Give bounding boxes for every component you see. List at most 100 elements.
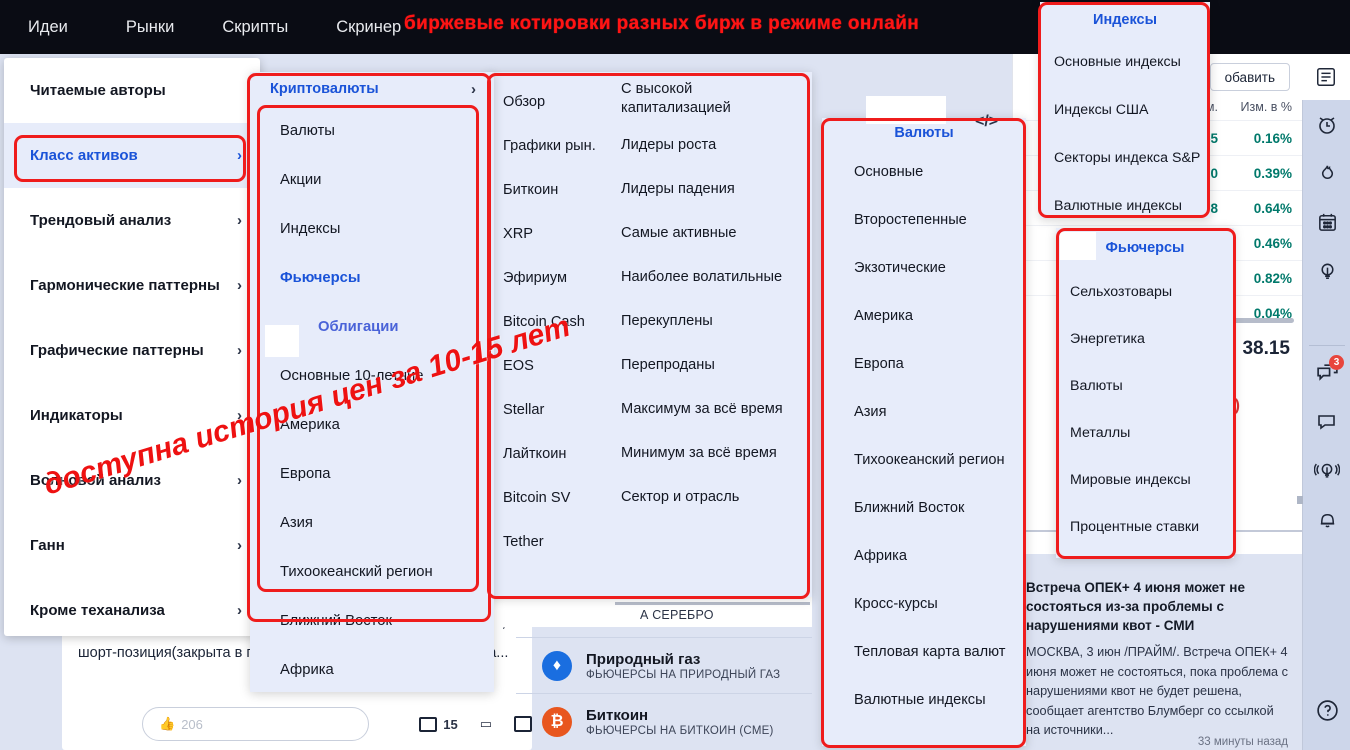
chevron-right-icon: › [237,602,242,619]
crypto-stat-item-9[interactable]: Сектор и отрасль [617,488,812,528]
crypto-stat-item-5[interactable]: Перекуплены [617,312,812,352]
broadcast-button[interactable] [1303,446,1350,495]
menu2-item-8[interactable]: Азия [258,498,494,547]
menu1-item-label: Ганн [30,537,65,554]
currency-item-10[interactable]: Тепловая карта валют [822,628,1026,676]
index-item-2[interactable]: Секторы индекса S&P [1040,134,1210,182]
col-change-pct: Изм. в % [1240,100,1292,114]
crypto-stat-item-4[interactable]: Наиболее волатильные [617,268,812,308]
menu1-item-6[interactable]: Волновой анализ › [4,448,260,513]
menu2-header[interactable]: Криптовалюты › [250,72,494,106]
crypto-item-9[interactable]: Bitcoin SV [487,478,617,518]
menu2-item-1[interactable]: Акции [258,155,494,204]
currency-item-7[interactable]: Ближний Восток [822,484,1026,532]
futures-item-1[interactable]: Энергетика [1056,315,1234,362]
calendar-button[interactable] [1303,198,1350,247]
crypto-item-4[interactable]: Эфириум [487,258,617,298]
menu1-item-1[interactable]: Класс активов › [4,123,260,188]
crypto-stat-item-8[interactable]: Минимум за всё время [617,444,812,484]
crypto-item-10[interactable]: Tether [487,522,617,562]
crypto-item-7[interactable]: Stellar [487,390,617,430]
menu2-item-11[interactable]: Африка [258,645,494,694]
crypto-stat-item-0[interactable]: С высокой капитализацией [617,80,737,132]
menu2-item-6[interactable]: Америка [258,400,494,449]
crypto-item-1[interactable]: Графики рын. [487,126,617,166]
share-icon[interactable]: ▭ [480,716,492,732]
chat-messages-button[interactable]: 3 [1303,348,1350,397]
add-symbol-button[interactable]: обавить [1209,63,1290,91]
currency-item-2[interactable]: Экзотические [822,244,1026,292]
crypto-stat-item-6[interactable]: Перепроданы [617,356,812,396]
crypto-item-8[interactable]: Лайткоин [487,434,617,474]
futures-item-5[interactable]: Процентные ставки [1056,503,1234,550]
index-item-0[interactable]: Основные индексы [1040,38,1210,86]
menu2-item-7[interactable]: Европа [258,449,494,498]
currency-item-4[interactable]: Европа [822,340,1026,388]
menu1-item-4[interactable]: Графические паттерны › [4,318,260,383]
news-panel[interactable]: Встреча ОПЕК+ 4 июня может не состояться… [1012,578,1302,750]
bitcoin-icon: ₿ [542,706,572,737]
crypto-item-6[interactable]: EOS [487,346,617,386]
crypto-item-2[interactable]: Биткоин [487,170,617,210]
chevron-right-icon: › [237,277,242,294]
currency-item-8[interactable]: Африка [822,532,1026,580]
crypto-stat-item-1[interactable]: Лидеры роста [617,136,812,176]
nav-item-1[interactable]: Рынки [102,0,198,54]
commodity-row-natural-gas[interactable]: ♦ Природный газ Фьючерсы на природный га… [516,637,812,693]
menu2-item-10[interactable]: Ближний Восток [258,596,494,645]
currency-item-5[interactable]: Азия [822,388,1026,436]
commodity-subtitle: Фьючерсы на природный газ [586,669,781,681]
menu-asset-class: Криптовалюты › Валюты Акции Индексы Фьючерс… [250,72,494,692]
futures-item-2[interactable]: Валюты [1056,362,1234,409]
rail-separator [1309,345,1345,346]
chevron-right-icon: › [237,212,242,229]
menu2-header-label: Криптовалюты [270,81,379,97]
index-item-1[interactable]: Индексы США [1040,86,1210,134]
menu1-item-3[interactable]: Гармонические паттерны › [4,253,260,318]
currency-item-3[interactable]: Америка [822,292,1026,340]
menu1-item-0[interactable]: Читаемые авторы [4,58,260,123]
currency-item-0[interactable]: Основные [822,148,1026,196]
alerts-button[interactable] [1303,495,1350,544]
price-paren: ) [1234,397,1240,414]
comments-icon[interactable] [419,716,438,732]
code-brackets-icon[interactable]: </> [975,113,998,131]
crypto-stat-item-3[interactable]: Самые активные [617,224,812,264]
futures-item-0[interactable]: Сельхозтовары [1056,268,1234,315]
crypto-stat-item-2[interactable]: Лидеры падения [617,180,812,220]
help-button[interactable] [1303,686,1350,735]
currency-item-6[interactable]: Тихоокеанский регион [822,436,1026,484]
crypto-item-3[interactable]: XRP [487,214,617,254]
menu1-item-label: Трендовый анализ [30,212,172,229]
menu2-item-5[interactable]: Основные 10-летние [258,351,494,400]
nav-item-0[interactable]: Идеи [0,0,102,54]
chat-bubble-button[interactable] [1303,397,1350,446]
crypto-item-5[interactable]: Bitcoin Cash [487,302,617,342]
menu2-item-2[interactable]: Индексы [258,204,494,253]
menu1-item-7[interactable]: Ганн › [4,513,260,578]
futures-item-3[interactable]: Металлы [1056,409,1234,456]
index-item-3[interactable]: Валютные индексы [1040,182,1210,230]
crypto-stat-item-7[interactable]: Максимум за всё время [617,400,812,440]
menu2-item-3[interactable]: Фьючерсы [258,253,494,302]
ideas-button[interactable] [1303,247,1350,296]
help-icon [1316,700,1338,721]
commodity-row-bitcoin[interactable]: ₿ Биткоин Фьючерсы на биткоин (CME) [516,693,812,749]
quotes-scrollbar[interactable] [1224,318,1294,323]
menu2-item-0[interactable]: Валюты [258,106,494,155]
currency-item-1[interactable]: Второстепенные [822,196,1026,244]
crypto-item-0[interactable]: Обзор [487,82,617,122]
futures-item-4[interactable]: Мировые индексы [1056,456,1234,503]
menu2-item-9[interactable]: Тихоокеанский регион [258,547,494,596]
alarm-clock-button[interactable] [1303,100,1350,149]
like-pill[interactable]: 👍 206 [142,707,370,741]
menu1-item-2[interactable]: Трендовый анализ › [4,188,260,253]
currency-item-11[interactable]: Валютные индексы [822,676,1026,724]
menu1-item-8[interactable]: Кроме теханализа › [4,578,260,643]
nav-item-2[interactable]: Скрипты [198,0,312,54]
hot-button[interactable] [1303,149,1350,198]
silver-scrollbar[interactable] [615,602,810,605]
watchlist-panel-button[interactable] [1302,54,1350,100]
currency-item-9[interactable]: Кросс-курсы [822,580,1026,628]
menu1-item-5[interactable]: Индикаторы › [4,383,260,448]
